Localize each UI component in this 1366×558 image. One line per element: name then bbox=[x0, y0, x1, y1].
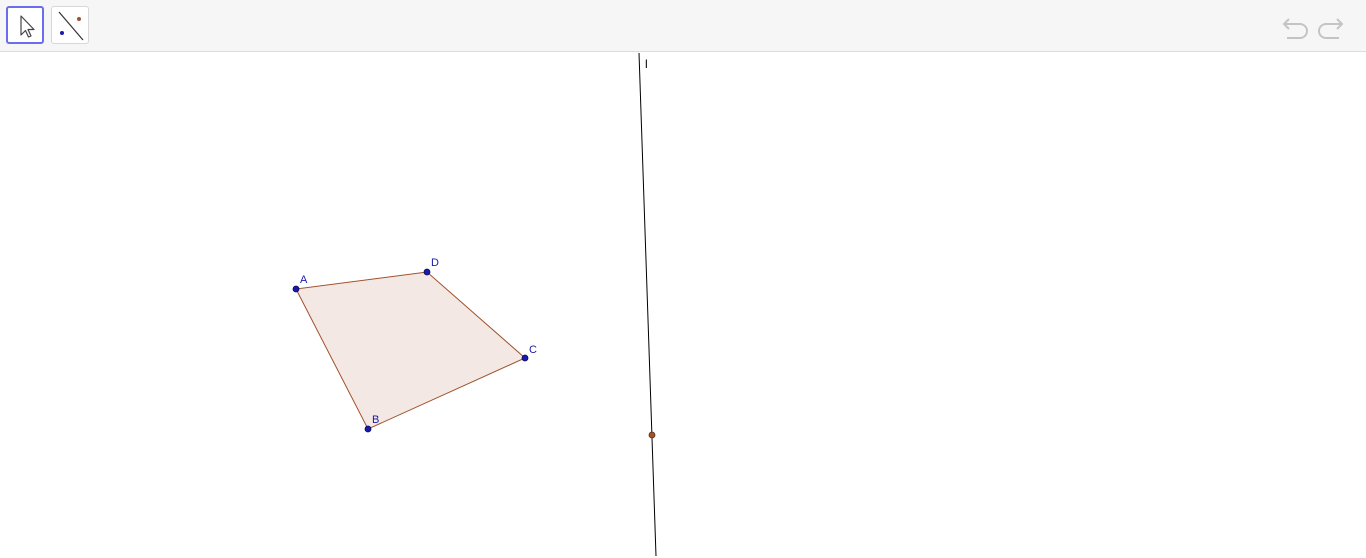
reflect-about-line-tool-button[interactable] bbox=[51, 6, 89, 44]
line-label-l: l bbox=[645, 57, 648, 71]
toolbar bbox=[0, 0, 1366, 52]
undo-icon bbox=[1282, 18, 1308, 39]
point-d-label: D bbox=[431, 257, 439, 269]
graphics-view[interactable]: l A B C D bbox=[0, 53, 1366, 558]
point-a[interactable] bbox=[292, 285, 300, 293]
move-tool-button[interactable] bbox=[6, 6, 44, 44]
redo-icon bbox=[1318, 18, 1344, 39]
point-c[interactable] bbox=[521, 354, 529, 362]
line-l[interactable] bbox=[638, 53, 657, 557]
reflect-about-line-icon bbox=[58, 11, 84, 41]
arrow-pointer-icon bbox=[20, 15, 35, 38]
point-b[interactable] bbox=[364, 425, 372, 433]
undo-button[interactable] bbox=[1280, 12, 1310, 42]
redo-button[interactable] bbox=[1316, 12, 1346, 42]
line-point[interactable] bbox=[648, 431, 656, 439]
point-c-label: C bbox=[529, 344, 537, 356]
point-a-label: A bbox=[300, 274, 308, 286]
point-d[interactable] bbox=[423, 268, 431, 276]
point-b-label: B bbox=[372, 414, 379, 426]
quadrilateral-polygon[interactable] bbox=[295, 271, 526, 430]
